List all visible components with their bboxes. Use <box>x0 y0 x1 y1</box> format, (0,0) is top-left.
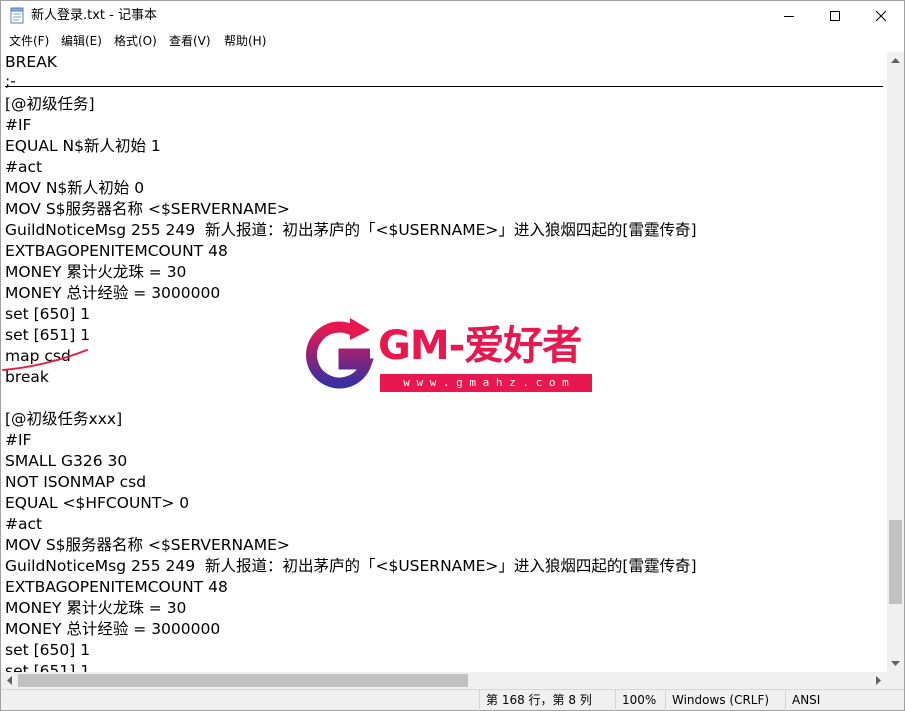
editor-line: #IF <box>5 116 32 134</box>
close-button[interactable] <box>858 1 904 31</box>
editor-line: map csd <box>5 347 71 365</box>
chevron-down-icon <box>891 660 900 666</box>
editor-line: #act <box>5 158 43 176</box>
editor-line: MONEY 累计火龙珠 = 30 <box>5 263 187 281</box>
menu-bar: 文件(F) 编辑(E) 格式(O) 查看(V) 帮助(H) <box>1 31 904 53</box>
scroll-up-button[interactable] <box>887 52 904 69</box>
cursor-position: 第 168 行，第 8 列 <box>479 690 615 711</box>
line-ending: Windows (CRLF) <box>665 690 785 711</box>
watermark-brand: GM-爱好者 <box>378 323 582 369</box>
editor-line: MOV S$服务器名称 <$SERVERNAME> <box>5 536 290 554</box>
encoding: ANSI <box>785 690 902 711</box>
notepad-icon <box>10 7 24 24</box>
menu-view[interactable]: 查看(V) <box>167 33 213 50</box>
watermark-url: w w w . g m a h z . c o m <box>380 374 592 392</box>
minimize-button[interactable] <box>766 1 812 31</box>
editor-line: #act <box>5 515 43 533</box>
editor-line: MONEY 总计经验 = 3000000 <box>5 284 221 302</box>
vertical-scroll-thumb[interactable] <box>889 520 902 604</box>
editor-line: MOV N$新人初始 0 <box>5 179 145 197</box>
editor-line: break <box>5 368 49 386</box>
vertical-scrollbar[interactable] <box>887 52 904 672</box>
menu-help[interactable]: 帮助(H) <box>222 33 268 50</box>
editor-line: MONEY 累计火龙珠 = 30 <box>5 599 187 617</box>
menu-file[interactable]: 文件(F) <box>7 33 51 50</box>
scroll-right-button[interactable] <box>870 672 887 689</box>
maximize-icon <box>830 11 840 21</box>
editor-line: GuildNoticeMsg 255 249 新人报道：初出茅庐的「<$USER… <box>5 221 697 239</box>
scroll-left-button[interactable] <box>1 672 18 689</box>
zoom-level: 100% <box>615 690 665 711</box>
watermark-logo: GM-爱好者 w w w . g m a h z . c o m <box>306 316 596 396</box>
scroll-down-button[interactable] <box>887 655 904 672</box>
menu-edit[interactable]: 编辑(E) <box>59 33 104 50</box>
horizontal-scroll-thumb[interactable] <box>18 674 468 687</box>
editor-line: SMALL G326 30 <box>5 452 128 470</box>
close-icon <box>875 10 887 22</box>
status-bar: 第 168 行，第 8 列 100% Windows (CRLF) ANSI <box>1 689 904 711</box>
editor-line: #IF <box>5 431 32 449</box>
editor-line: EXTBAGOPENITEMCOUNT 48 <box>5 578 228 596</box>
editor-line: NOT ISONMAP csd <box>5 473 147 491</box>
gm-logo-icon <box>306 318 374 389</box>
editor-line: MOV S$服务器名称 <$SERVERNAME> <box>5 200 290 218</box>
maximize-button[interactable] <box>812 1 858 31</box>
menu-format[interactable]: 格式(O) <box>112 33 159 50</box>
editor-line: EXTBAGOPENITEMCOUNT 48 <box>5 242 228 260</box>
notepad-window: 新人登录.txt - 记事本 文件(F) 编辑(E) 格式(O) 查看(V) 帮… <box>0 0 905 711</box>
editor-line: MONEY 总计经验 = 3000000 <box>5 620 221 638</box>
editor-line: BREAK <box>5 53 57 71</box>
chevron-left-icon <box>6 676 12 685</box>
editor-line: set [651] 1 <box>5 326 91 344</box>
chevron-up-icon <box>891 57 900 63</box>
minimize-icon <box>784 16 794 17</box>
chevron-right-icon <box>875 676 881 685</box>
editor-line: [@初级任务xxx] <box>5 410 123 428</box>
separator-line <box>5 86 883 87</box>
title-bar[interactable]: 新人登录.txt - 记事本 <box>1 1 904 31</box>
horizontal-scrollbar[interactable] <box>1 672 887 689</box>
editor-line: set [650] 1 <box>5 305 91 323</box>
editor-line: set [650] 1 <box>5 641 91 659</box>
text-editor[interactable]: BREAK ;- [@初级任务] #IF EQUAL N$新人初始 1 #act… <box>1 52 887 672</box>
editor-line: GuildNoticeMsg 255 249 新人报道：初出茅庐的「<$USER… <box>5 557 697 575</box>
window-title: 新人登录.txt - 记事本 <box>31 8 157 23</box>
scrollbar-corner <box>887 672 904 689</box>
editor-line: EQUAL N$新人初始 1 <box>5 137 161 155</box>
editor-line: set [651] 1 <box>5 662 91 672</box>
editor-line: EQUAL <$HFCOUNT> 0 <box>5 494 190 512</box>
editor-line: [@初级任务] <box>5 95 95 113</box>
